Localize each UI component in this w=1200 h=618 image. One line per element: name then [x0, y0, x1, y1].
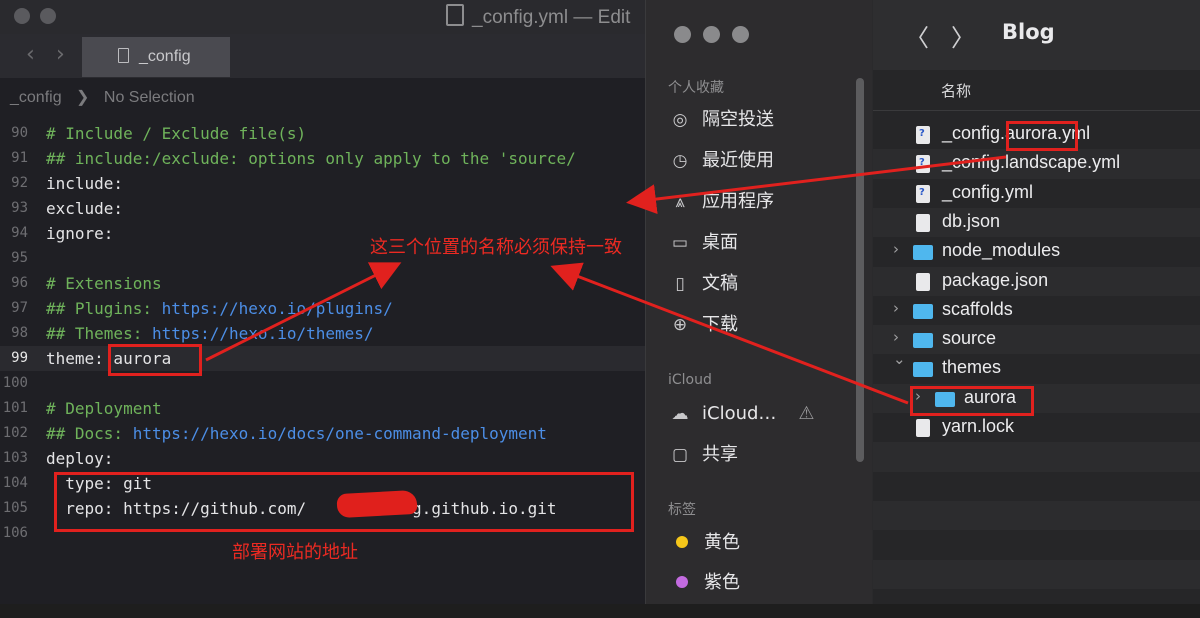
annotation-arrows	[205, 155, 1007, 405]
arrow-theme-to-note	[205, 262, 402, 362]
arrow-filename-to-note	[626, 155, 1007, 215]
arrow-folder-to-note	[550, 262, 909, 405]
